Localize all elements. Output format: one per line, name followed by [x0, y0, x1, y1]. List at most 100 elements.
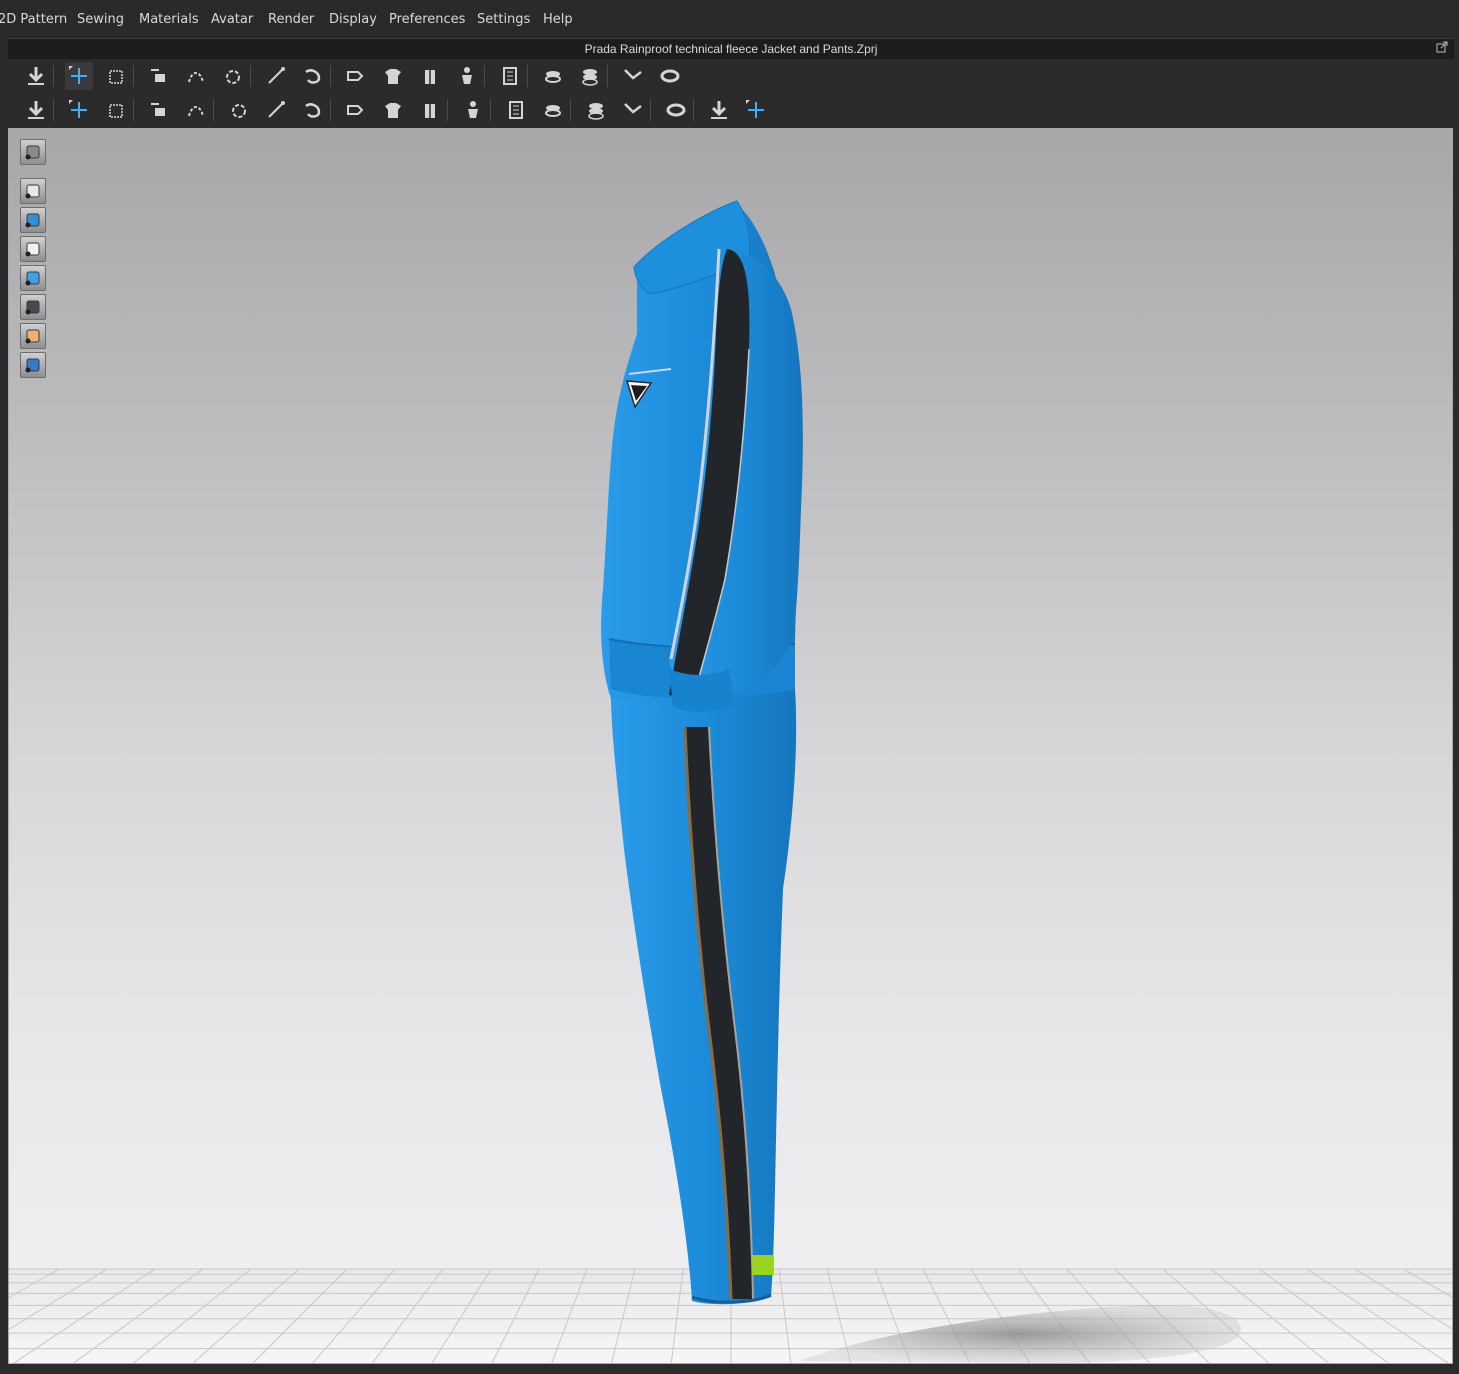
line-delete-icon [188, 106, 204, 117]
button-add-button[interactable] [379, 96, 407, 124]
toolbar-3d-primary [8, 59, 1454, 93]
view-cube-toggle[interactable] [20, 139, 46, 165]
line-edit-icon [151, 103, 165, 116]
toolbar-separator [133, 65, 134, 87]
transform-pattern-button[interactable] [145, 62, 173, 90]
toolbar-separator [213, 99, 214, 121]
box-select-icon [109, 70, 123, 84]
layer-button[interactable] [539, 62, 567, 90]
menu-2d-pattern[interactable]: 2D Pattern [0, 12, 67, 27]
menu-display[interactable]: Display [329, 12, 377, 27]
pattern-button[interactable] [299, 96, 327, 124]
show-garment-toggle[interactable] [20, 178, 46, 204]
toolbar-separator [133, 99, 134, 121]
topstitch-button[interactable] [225, 96, 253, 124]
document-title-bar: Prada Rainproof technical fleece Jacket … [8, 38, 1454, 60]
stack-icon [582, 69, 598, 86]
graphic-apply-icon [624, 103, 642, 114]
pin-button[interactable] [262, 62, 290, 90]
trim-select-button[interactable] [65, 96, 93, 124]
box-select-button[interactable] [102, 62, 130, 90]
zipper-button[interactable] [459, 96, 487, 124]
pin-icon [268, 67, 285, 84]
line-edit-button[interactable] [145, 96, 173, 124]
menu-render[interactable]: Render [268, 12, 314, 27]
line-delete-button[interactable] [182, 96, 210, 124]
menu-sewing[interactable]: Sewing [77, 12, 124, 27]
toolbar-separator [693, 99, 694, 121]
texture-apply-icon [545, 105, 561, 117]
button-icon [347, 105, 364, 115]
transform-pattern-icon [151, 69, 165, 82]
view-cube-icon [25, 145, 40, 160]
stack-button[interactable] [576, 62, 604, 90]
toolbar-separator [53, 99, 54, 121]
ring-button[interactable] [656, 62, 684, 90]
toolbar-separator [650, 99, 651, 121]
menu-avatar[interactable]: Avatar [211, 12, 253, 27]
buttonhole-button[interactable] [416, 96, 444, 124]
fold-arrange-icon [711, 101, 727, 119]
avatar-icon [462, 67, 472, 84]
menu-help[interactable]: Help [543, 12, 573, 27]
menu-preferences[interactable]: Preferences [389, 12, 465, 27]
menu-settings[interactable]: Settings [477, 12, 530, 27]
arrangement-button[interactable] [342, 62, 370, 90]
edit-pattern-icon [188, 72, 204, 83]
garment-fit-icon [385, 69, 401, 84]
show-environment-toggle[interactable] [20, 352, 46, 378]
measure-button[interactable] [496, 62, 524, 90]
show-avatar-toggle[interactable] [20, 236, 46, 262]
show-pattern-toggle[interactable] [20, 207, 46, 233]
tape-button[interactable] [619, 62, 647, 90]
texture-apply-button[interactable] [539, 96, 567, 124]
show-surface-toggle[interactable] [20, 294, 46, 320]
show-pattern-icon [25, 213, 40, 228]
simulate-icon [28, 67, 44, 85]
edit-pattern-button[interactable] [182, 62, 210, 90]
toolbar-separator [330, 65, 331, 87]
shirt-icon [425, 70, 435, 84]
fold-arrange-button[interactable] [705, 96, 733, 124]
arrangement-icon [347, 71, 364, 81]
graphic-button[interactable] [582, 96, 610, 124]
align-button[interactable] [662, 96, 690, 124]
3d-viewport[interactable] [8, 128, 1453, 1364]
select-move-button[interactable] [65, 62, 93, 90]
toolbar-separator [53, 65, 54, 87]
button-button[interactable] [342, 96, 370, 124]
toolbar-3d-secondary [8, 93, 1454, 127]
garment-fit-button[interactable] [379, 62, 407, 90]
show-skin-toggle[interactable] [20, 323, 46, 349]
trim-select-icon [69, 100, 87, 118]
align-icon [666, 103, 686, 117]
shirt-button[interactable] [416, 62, 444, 90]
fold-arrange-alt-button[interactable] [742, 96, 770, 124]
toolbar-separator [484, 65, 485, 87]
show-environment-icon [25, 358, 40, 373]
fold-arrange-alt-icon [746, 100, 764, 118]
button-add-icon [385, 103, 401, 118]
sleeve-cuff [669, 669, 735, 712]
avatar-button[interactable] [453, 62, 481, 90]
show-texture-toggle[interactable] [20, 265, 46, 291]
graphic-apply-button[interactable] [619, 96, 647, 124]
simulate-button[interactable] [22, 62, 50, 90]
pose-icon [28, 101, 44, 119]
toolbar-separator [490, 99, 491, 121]
toolbar-separator [607, 65, 608, 87]
show-avatar-icon [25, 242, 40, 257]
puckering-button[interactable] [262, 96, 290, 124]
tape-icon [624, 69, 642, 80]
zipper-icon [468, 101, 478, 118]
trim-add-button[interactable] [102, 96, 130, 124]
layer-icon [545, 71, 561, 83]
buttonhole-icon [425, 104, 435, 118]
rotate-pattern-button[interactable] [219, 62, 247, 90]
pose-button[interactable] [22, 96, 50, 124]
texture-button[interactable] [502, 96, 530, 124]
toolbar-separator [250, 65, 251, 87]
menu-materials[interactable]: Materials [139, 12, 199, 27]
undock-icon[interactable] [1436, 41, 1448, 53]
fold-button[interactable] [299, 62, 327, 90]
